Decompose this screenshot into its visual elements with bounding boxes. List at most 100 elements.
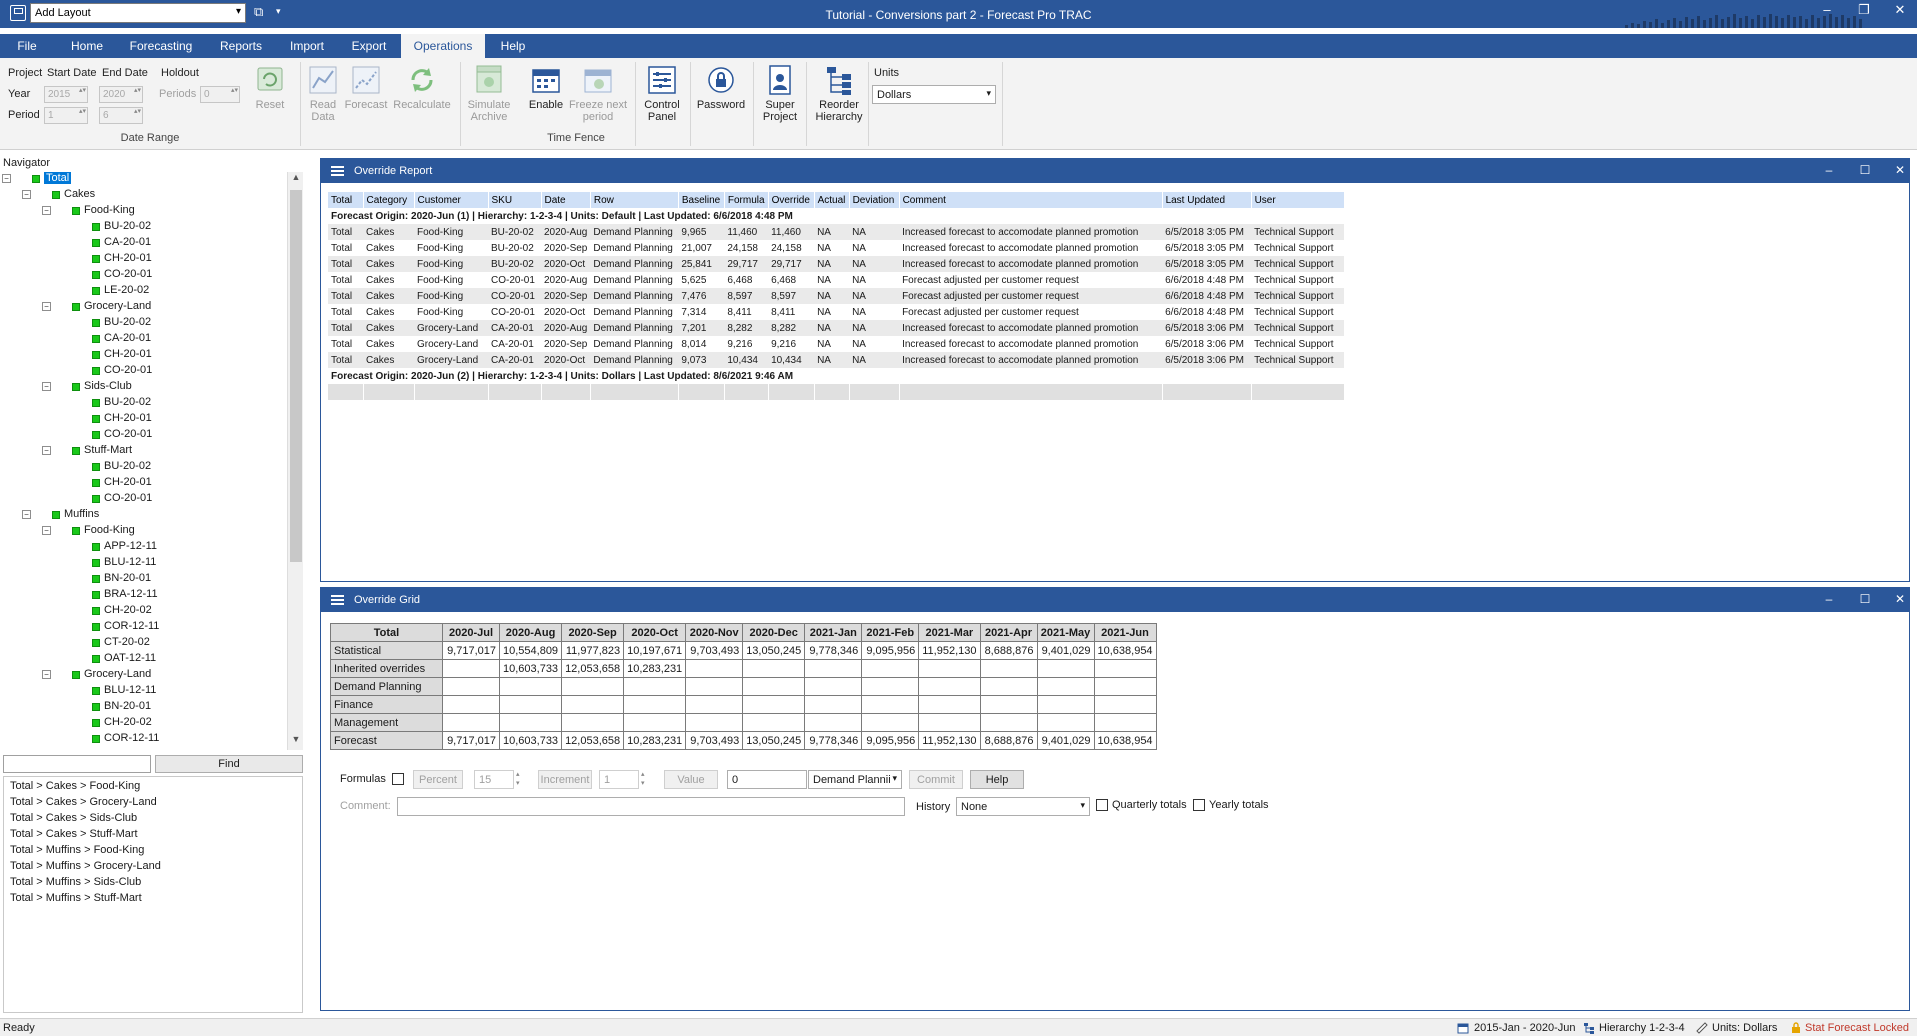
tab-forecasting[interactable]: Forecasting bbox=[126, 34, 196, 58]
table-row[interactable]: Total Cakes Grocery-Land CA-20-01 2020-Aug De… bbox=[328, 320, 1345, 336]
restore-button[interactable]: ❐ bbox=[1852, 2, 1876, 18]
grid-cell[interactable]: 11,952,130 bbox=[918, 641, 981, 660]
panel-close-button[interactable]: ✕ bbox=[1891, 163, 1909, 177]
grid-cell[interactable] bbox=[918, 695, 981, 714]
tree-node[interactable]: APP-12-11 bbox=[2, 540, 286, 554]
grid-cell[interactable]: 9,778,346 bbox=[804, 731, 863, 750]
tree-node[interactable]: CO-20-01 bbox=[2, 268, 286, 282]
grid-cell[interactable] bbox=[623, 713, 687, 732]
tab-home[interactable]: Home bbox=[68, 34, 106, 58]
value-input[interactable]: 0 bbox=[727, 770, 807, 789]
grid-cell[interactable] bbox=[979, 713, 1038, 732]
grid-cell[interactable] bbox=[442, 695, 500, 714]
grid-cell[interactable] bbox=[685, 677, 744, 696]
forecast-origin-row[interactable]: Forecast Origin: 2020-Jun (1) | Hierarch… bbox=[328, 208, 1345, 224]
formulas-checkbox[interactable] bbox=[392, 773, 404, 785]
collapse-icon[interactable]: − bbox=[2, 174, 11, 183]
tab-file[interactable]: File bbox=[12, 34, 42, 58]
control-panel-button[interactable]: Control Panel bbox=[638, 60, 686, 123]
tree-node[interactable]: BU-20-02 bbox=[2, 316, 286, 330]
tree-node[interactable]: − Grocery-Land bbox=[2, 300, 286, 314]
report-column-header[interactable]: Date bbox=[541, 192, 591, 208]
path-list-item[interactable]: Total > Cakes > Grocery-Land bbox=[10, 796, 157, 808]
read-data-button[interactable]: Read Data bbox=[305, 60, 341, 123]
tree-node[interactable]: CH-20-01 bbox=[2, 252, 286, 266]
grid-cell[interactable]: 10,638,954 bbox=[1093, 641, 1157, 660]
grid-column-header[interactable]: 2020-Aug bbox=[498, 623, 563, 642]
grid-cell[interactable] bbox=[1036, 695, 1095, 714]
tree-node[interactable]: − Grocery-Land bbox=[2, 668, 286, 682]
grid-cell[interactable]: 8,688,876 bbox=[979, 731, 1038, 750]
tree-node[interactable]: CO-20-01 bbox=[2, 428, 286, 442]
report-column-header[interactable]: User bbox=[1251, 192, 1345, 208]
tree-node[interactable]: CH-20-02 bbox=[2, 716, 286, 730]
tree-node[interactable]: CH-20-01 bbox=[2, 348, 286, 362]
grid-cell[interactable] bbox=[742, 695, 806, 714]
increment-spin-icon[interactable]: ▴ ▾ bbox=[641, 770, 645, 788]
grid-cell[interactable] bbox=[979, 659, 1038, 678]
grid-cell[interactable] bbox=[623, 695, 687, 714]
tree-node[interactable]: CA-20-01 bbox=[2, 236, 286, 250]
hamburger-menu-icon[interactable] bbox=[331, 595, 344, 605]
report-column-header[interactable]: SKU bbox=[488, 192, 542, 208]
holdout-periods-spinner[interactable]: 0 bbox=[200, 86, 240, 103]
percent-button[interactable]: Percent bbox=[413, 770, 463, 789]
grid-column-header[interactable]: 2021-May bbox=[1036, 623, 1095, 642]
grid-cell[interactable] bbox=[685, 713, 744, 732]
percent-spin-icon[interactable]: ▴ ▾ bbox=[516, 770, 520, 788]
tree-node[interactable]: BLU-12-11 bbox=[2, 684, 286, 698]
tab-reports[interactable]: Reports bbox=[216, 34, 266, 58]
quarterly-totals-checkbox[interactable] bbox=[1096, 799, 1108, 811]
report-column-header[interactable]: Total bbox=[328, 192, 364, 208]
grid-column-header[interactable]: 2020-Sep bbox=[561, 623, 625, 642]
tree-node[interactable]: CT-20-02 bbox=[2, 636, 286, 650]
find-input[interactable] bbox=[3, 755, 151, 773]
close-button[interactable]: ✕ bbox=[1888, 2, 1912, 18]
grid-cell[interactable]: 13,050,245 bbox=[742, 731, 806, 750]
minimize-button[interactable]: – bbox=[1815, 2, 1839, 17]
grid-cell[interactable]: 10,283,231 bbox=[623, 659, 687, 678]
grid-cell[interactable] bbox=[804, 677, 863, 696]
tree-node[interactable]: CH-20-01 bbox=[2, 476, 286, 490]
path-list-item[interactable]: Total > Cakes > Food-King bbox=[10, 780, 140, 792]
yearly-totals-checkbox[interactable] bbox=[1193, 799, 1205, 811]
grid-cell[interactable] bbox=[442, 659, 500, 678]
grid-cell[interactable] bbox=[918, 677, 981, 696]
tree-node[interactable]: BRA-12-11 bbox=[2, 588, 286, 602]
override-row-select[interactable]: Demand Plannii ▾ bbox=[808, 770, 902, 789]
start-period-spinner[interactable]: 1 bbox=[44, 107, 88, 124]
path-list-item[interactable]: Total > Cakes > Stuff-Mart bbox=[10, 828, 138, 840]
report-column-header[interactable]: Comment bbox=[899, 192, 1163, 208]
grid-cell[interactable] bbox=[1093, 677, 1157, 696]
increment-stepper[interactable]: 1 bbox=[599, 770, 639, 789]
collapse-icon[interactable]: − bbox=[42, 446, 51, 455]
grid-cell[interactable] bbox=[804, 695, 863, 714]
tree-node[interactable]: CO-20-01 bbox=[2, 364, 286, 378]
tree-node[interactable]: LE-20-02 bbox=[2, 284, 286, 298]
recalculate-button[interactable]: Recalculate bbox=[390, 60, 454, 111]
grid-cell[interactable]: 9,703,493 bbox=[685, 641, 744, 660]
report-column-header[interactable]: Last Updated bbox=[1162, 192, 1252, 208]
tree-node[interactable]: BU-20-02 bbox=[2, 396, 286, 410]
grid-cell[interactable] bbox=[918, 659, 981, 678]
path-list-item[interactable]: Total > Muffins > Stuff-Mart bbox=[10, 892, 142, 904]
tab-export[interactable]: Export bbox=[348, 34, 390, 58]
path-list-item[interactable]: Total > Muffins > Food-King bbox=[10, 844, 144, 856]
collapse-icon[interactable]: − bbox=[42, 206, 51, 215]
grid-cell[interactable] bbox=[742, 677, 806, 696]
grid-cell[interactable]: 12,053,658 bbox=[561, 731, 625, 750]
report-column-header[interactable]: Actual bbox=[814, 192, 850, 208]
report-column-header[interactable]: Row bbox=[590, 192, 679, 208]
tree-node[interactable]: OAT-12-11 bbox=[2, 652, 286, 666]
grid-cell[interactable] bbox=[861, 677, 920, 696]
comment-input[interactable] bbox=[397, 797, 905, 816]
grid-cell[interactable] bbox=[498, 695, 563, 714]
panel-minimize-button[interactable]: – bbox=[1820, 592, 1838, 606]
grid-cell[interactable] bbox=[1036, 659, 1095, 678]
grid-cell[interactable]: 11,952,130 bbox=[918, 731, 981, 750]
grid-cell[interactable]: 13,050,245 bbox=[742, 641, 806, 660]
simulate-archive-button[interactable]: Simulate Archive bbox=[464, 60, 514, 123]
grid-cell[interactable] bbox=[861, 713, 920, 732]
forecast-origin-row[interactable]: Forecast Origin: 2020-Jun (2) | Hierarch… bbox=[328, 368, 1345, 384]
tree-node[interactable]: BU-20-02 bbox=[2, 220, 286, 234]
